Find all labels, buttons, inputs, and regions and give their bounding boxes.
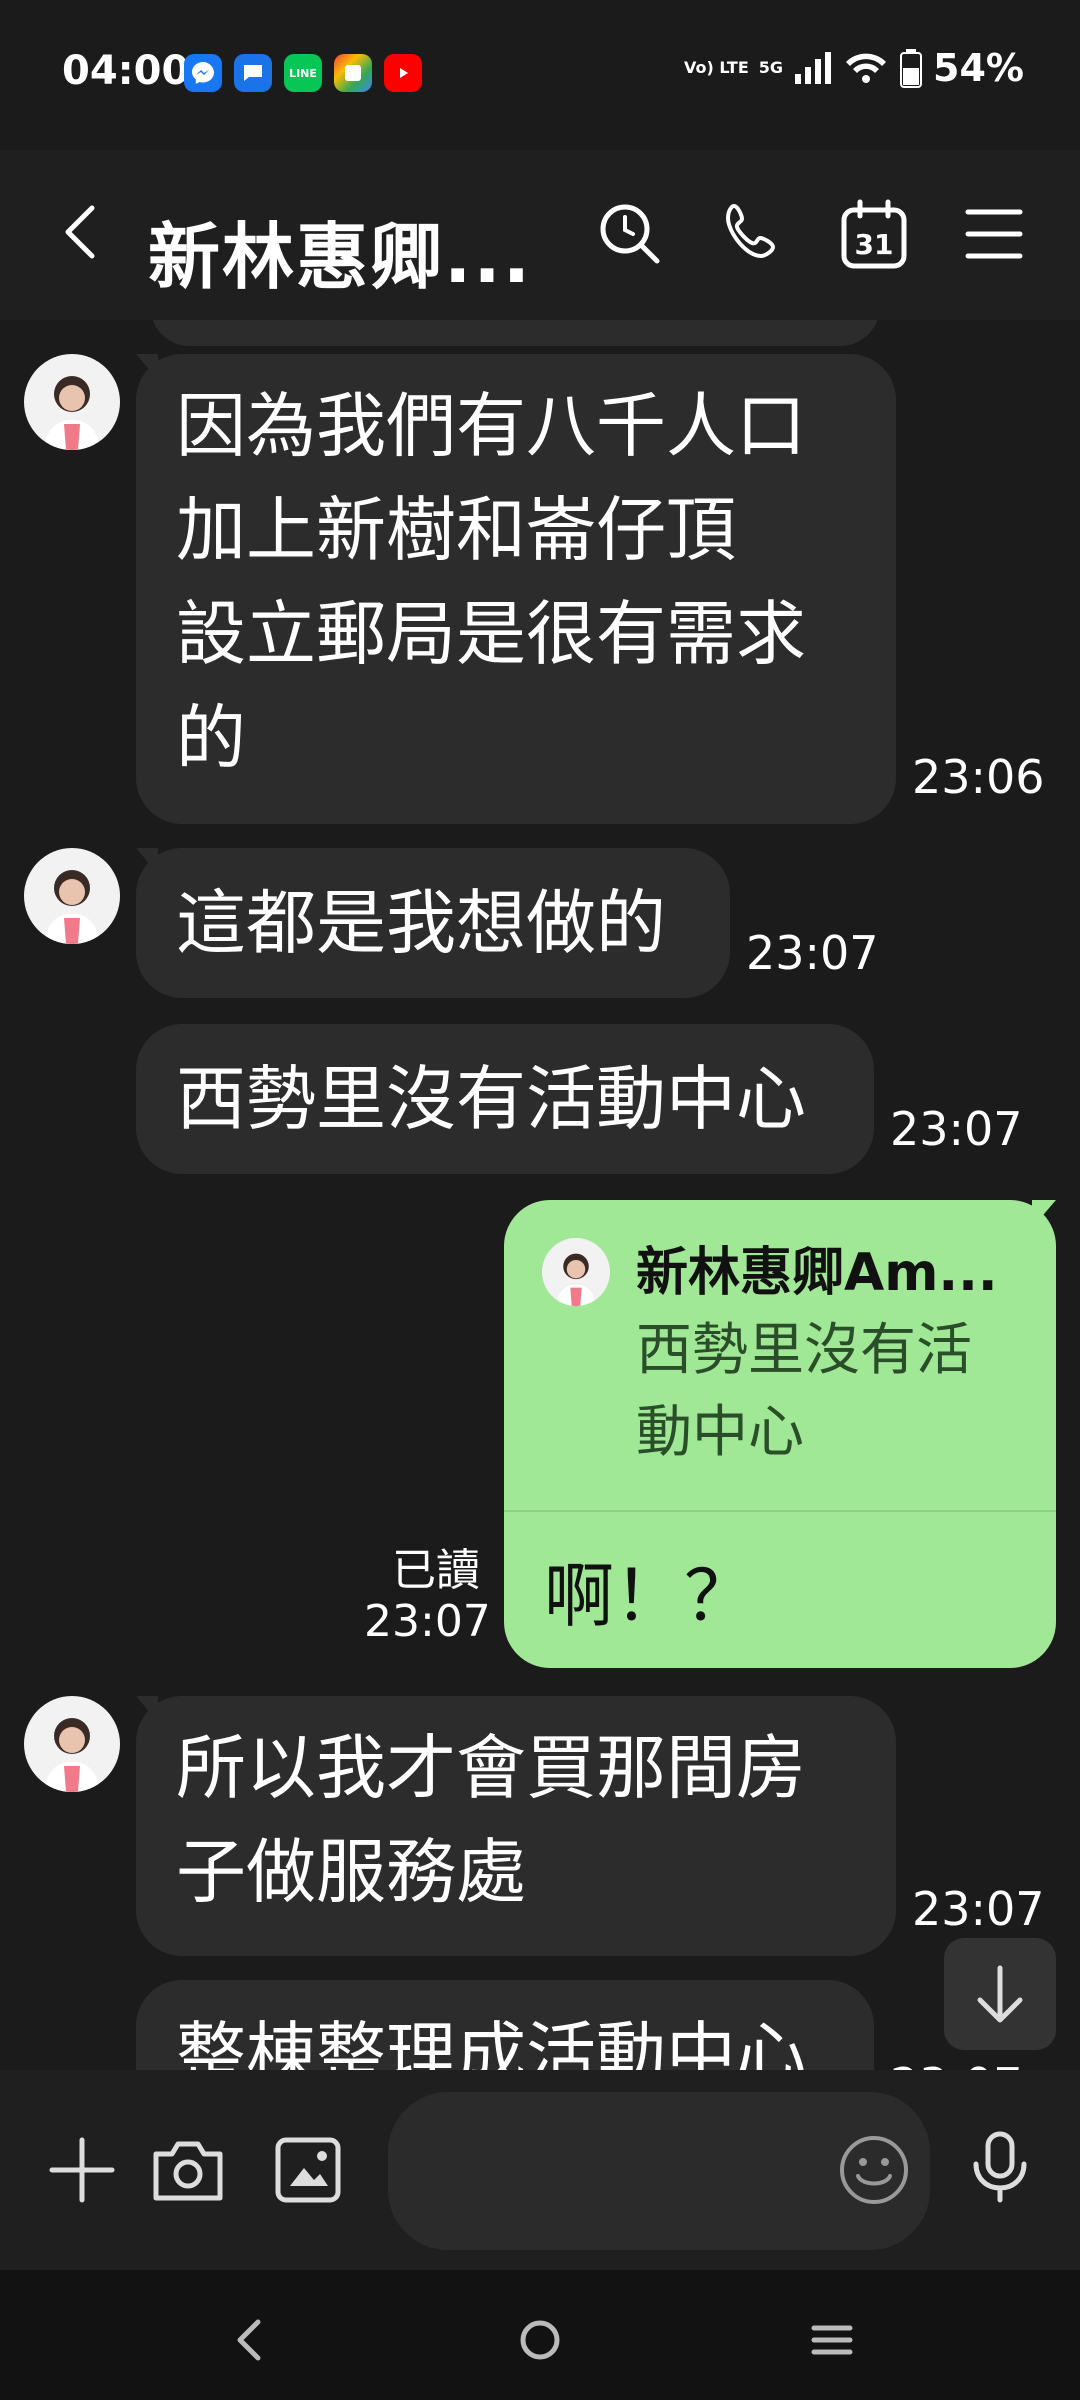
calendar-day: 31: [855, 228, 894, 261]
message-time: 23:07: [746, 926, 879, 980]
volte-indicator: Vo) LTE: [683, 58, 749, 77]
chat-title[interactable]: 新林惠卿...: [148, 198, 532, 303]
image-icon[interactable]: [268, 2130, 348, 2210]
message-time: 23:06: [912, 750, 1045, 804]
reply-quote-line: 西勢里沒有活: [636, 1318, 972, 1383]
scroll-to-bottom-button[interactable]: [944, 1938, 1056, 2050]
message-bubble[interactable]: 整棟整理成活動中心: [136, 1980, 874, 2070]
youtube-icon: [384, 54, 422, 92]
message-text-line: 的: [176, 697, 246, 779]
message-bubble[interactable]: 西勢里沒有活動中心: [136, 1024, 874, 1174]
status-right: Vo) LTE 5G 54%: [684, 46, 1024, 90]
message-text: 這都是我想做的: [176, 882, 666, 964]
avatar[interactable]: [24, 354, 120, 450]
chat-area[interactable]: 因為我們有八千人口 加上新樹和崙仔頂 設立郵局是很有需求 的 23:06 這都是…: [0, 320, 1080, 2070]
phone-call-icon[interactable]: [716, 196, 792, 272]
message-text-line: 因為我們有八千人口: [176, 385, 806, 467]
system-navigation-bar: [0, 2270, 1080, 2400]
message-input[interactable]: [388, 2092, 930, 2250]
nav-recent-apps-icon[interactable]: [792, 2300, 872, 2380]
emoji-icon[interactable]: [836, 2132, 912, 2208]
battery-icon: [900, 49, 923, 88]
chat-header: 新林惠卿... 31: [0, 150, 1080, 320]
reply-quote-line: 動中心: [636, 1400, 804, 1465]
network-type: 5G: [758, 58, 784, 77]
arrow-down-icon: [977, 1965, 1023, 2023]
message-text-line: 子做服務處: [176, 1831, 526, 1913]
line-icon: LINE: [284, 54, 322, 92]
back-button[interactable]: [52, 202, 112, 262]
avatar[interactable]: [24, 848, 120, 944]
avatar[interactable]: [24, 1696, 120, 1792]
message-input-bar: [0, 2070, 1080, 2270]
read-receipt: 已讀: [392, 1545, 480, 1596]
sent-time: 23:07: [364, 1596, 491, 1647]
message-text-line: 加上新樹和崙仔頂: [176, 489, 736, 571]
reply-divider: [504, 1510, 1056, 1512]
menu-icon[interactable]: [956, 196, 1032, 272]
message-time: 23:07: [912, 1882, 1045, 1936]
message-bubble[interactable]: 這都是我想做的: [136, 848, 730, 998]
plus-icon[interactable]: [42, 2130, 122, 2210]
message-bubble[interactable]: 因為我們有八千人口 加上新樹和崙仔頂 設立郵局是很有需求 的: [136, 354, 896, 824]
photos-icon: [334, 54, 372, 92]
message-text-line: 設立郵局是很有需求: [176, 593, 806, 675]
signal-icon: [795, 52, 832, 84]
reply-avatar: [542, 1238, 610, 1306]
microphone-icon[interactable]: [960, 2126, 1040, 2206]
message-bubble[interactable]: 所以我才會買那間房 子做服務處: [136, 1696, 896, 1956]
status-time: 04:00: [62, 48, 190, 94]
notification-icons: LINE: [184, 54, 422, 92]
chat-icon: [234, 54, 272, 92]
search-icon[interactable]: [592, 196, 668, 272]
message-text: 西勢里沒有活動中心: [176, 1058, 806, 1140]
message-time: 23:07: [890, 2058, 1023, 2070]
reply-sender-name: 新林惠卿Am...: [636, 1243, 998, 1303]
reply-quote[interactable]: 西勢里沒有活 動中心: [636, 1310, 1016, 1474]
nav-home-icon[interactable]: [500, 2300, 580, 2380]
battery-percent: 54%: [933, 46, 1024, 90]
message-time: 23:07: [890, 1102, 1023, 1156]
wifi-icon: [846, 53, 887, 83]
message-text: 整棟整理成活動中心: [176, 2014, 806, 2070]
previous-bubble: [150, 320, 880, 346]
nav-back-icon[interactable]: [210, 2300, 290, 2380]
messenger-icon: [184, 54, 222, 92]
calendar-icon[interactable]: 31: [836, 196, 912, 272]
message-text-line: 所以我才會買那間房: [176, 1727, 806, 1809]
status-bar: 04:00 LINE Vo) LTE 5G 54%: [0, 0, 1080, 150]
camera-icon[interactable]: [148, 2130, 228, 2210]
sent-message-text: 啊！？: [544, 1555, 754, 1637]
sent-reply-bubble[interactable]: 新林惠卿Am... 西勢里沒有活 動中心 啊！？: [504, 1200, 1056, 1668]
